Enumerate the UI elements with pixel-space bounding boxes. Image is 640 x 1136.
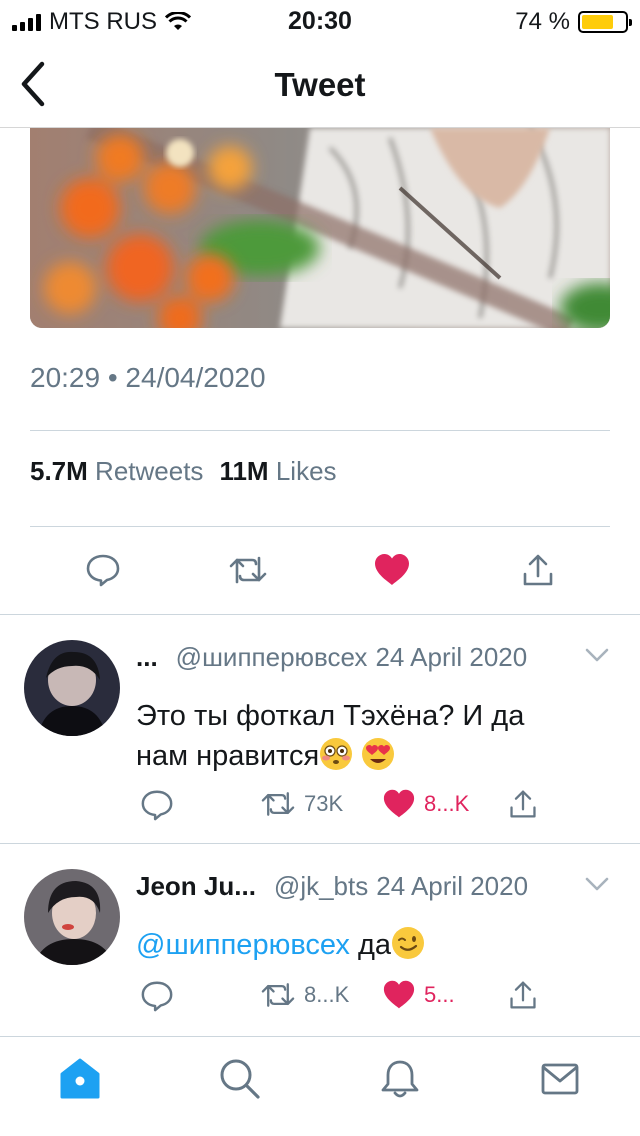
- retweet-icon: [261, 792, 295, 816]
- author-handle[interactable]: @jk_bts: [274, 871, 368, 902]
- author-handle[interactable]: @шипперювсех: [176, 642, 368, 673]
- tweet-photo[interactable]: [30, 128, 610, 328]
- heart-eyes-emoji-icon: [362, 738, 395, 770]
- reply-date: 24 April 2020: [375, 642, 528, 672]
- retweet-button[interactable]: 8...K: [260, 979, 349, 1011]
- author-name: Jeon Ju...: [136, 871, 256, 901]
- divider: [30, 430, 610, 431]
- share-icon: [510, 981, 536, 1009]
- tab-bar: [0, 1036, 640, 1136]
- reply-header: ... @шипперювсех 24 April 2020: [136, 642, 610, 673]
- wink-emoji-icon: [392, 927, 424, 959]
- reply-header: Jeon Ju... @jk_bts 24 April 2020: [136, 871, 610, 902]
- flushed-emoji-icon: [320, 738, 353, 770]
- reply-actions: 73K 8...K: [136, 788, 580, 828]
- tab-notifications[interactable]: [376, 1055, 424, 1103]
- bell-icon: [381, 1060, 419, 1098]
- divider: [30, 526, 610, 527]
- comment-icon: [141, 790, 173, 821]
- photo-image: [30, 128, 610, 328]
- mention-link[interactable]: @шипперювсех: [136, 929, 350, 961]
- like-count: 8...K: [424, 791, 470, 816]
- retweet-button[interactable]: [226, 548, 270, 592]
- nav-header: Tweet: [0, 40, 640, 128]
- like-button[interactable]: 8...K: [382, 788, 469, 820]
- heart-icon: [383, 980, 415, 1009]
- reply-text: @шипперювсех да: [136, 925, 600, 965]
- page-title: Tweet: [274, 66, 366, 103]
- avatar[interactable]: [24, 869, 120, 965]
- battery-percent: 74 %: [515, 8, 570, 35]
- reply-button[interactable]: [140, 788, 174, 822]
- battery-level: [582, 15, 614, 29]
- mail-icon: [541, 1063, 579, 1095]
- chevron-down-icon[interactable]: [584, 875, 610, 893]
- share-button[interactable]: [508, 788, 538, 820]
- retweet-icon: [261, 983, 295, 1007]
- battery-icon: [578, 11, 632, 33]
- heart-icon: [383, 789, 415, 818]
- heart-icon: [375, 554, 409, 585]
- like-count: 5...: [424, 982, 455, 1007]
- home-icon: [60, 1058, 100, 1099]
- avatar[interactable]: [24, 640, 120, 736]
- retweets-stat[interactable]: 5.7M Retweets: [30, 456, 203, 487]
- comment-icon: [86, 554, 120, 587]
- retweet-button[interactable]: 73K: [260, 788, 343, 820]
- search-icon: [220, 1059, 260, 1099]
- tweet-stats: 5.7M Retweets 11M Likes: [30, 456, 337, 487]
- tab-home[interactable]: [56, 1055, 104, 1103]
- like-button[interactable]: 5...: [382, 979, 455, 1011]
- retweet-icon: [229, 556, 267, 584]
- likes-stat[interactable]: 11M Likes: [219, 456, 336, 487]
- author-name: ...: [136, 642, 158, 672]
- retweet-count: 73K: [304, 791, 344, 816]
- comment-icon: [141, 981, 173, 1012]
- status-bar: MTS RUS 20:30 74 %: [0, 0, 640, 40]
- share-icon: [523, 554, 553, 586]
- reply-date: 24 April 2020: [376, 871, 529, 901]
- reply-button[interactable]: [140, 979, 174, 1013]
- tweet-timestamp: 20:29 • 24/04/2020: [30, 362, 266, 393]
- reply-text: Это ты фоткал Тэхёна? И да нам нравится: [136, 700, 525, 772]
- share-button[interactable]: [516, 548, 560, 592]
- reply-button[interactable]: [81, 548, 125, 592]
- reply-tweet[interactable]: ... @шипперювсех 24 April 2020 Это ты фо…: [0, 614, 640, 844]
- tab-messages[interactable]: [536, 1055, 584, 1103]
- tweet-actions: [0, 548, 640, 592]
- share-icon: [510, 790, 536, 818]
- tab-search[interactable]: [216, 1055, 264, 1103]
- share-button[interactable]: [508, 979, 538, 1011]
- chevron-down-icon[interactable]: [584, 646, 610, 664]
- reply-actions: 8...K 5...: [136, 979, 580, 1019]
- retweet-count: 8...K: [304, 982, 350, 1007]
- like-button[interactable]: [370, 548, 414, 592]
